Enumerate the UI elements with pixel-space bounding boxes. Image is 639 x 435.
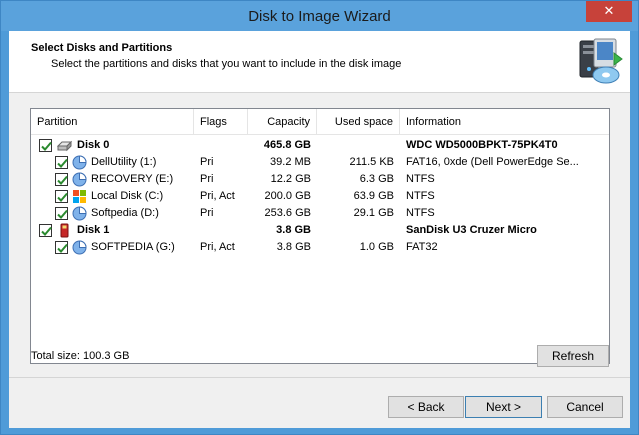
partition-name: DellUtility (1:) [91,156,157,168]
partition-icon [72,240,87,255]
wizard-window: Disk to Image Wizard ✕ Select Disks and … [0,0,639,435]
disk-flags [200,137,248,154]
computer-disk-icon [579,38,623,84]
column-partition[interactable]: Partition [31,109,194,135]
disk-checkbox[interactable] [39,139,52,152]
partition-list[interactable]: Partition Flags Capacity Used space Info… [30,108,610,364]
cancel-button[interactable]: Cancel [547,396,623,418]
partition-info: NTFS [406,173,435,185]
usb-disk-icon [60,223,69,238]
list-item[interactable]: DellUtility (1:) Pri 39.2 MB 211.5 KB FA… [31,154,609,171]
back-button[interactable]: < Back [388,396,464,418]
refresh-button[interactable]: Refresh [537,345,609,367]
list-item[interactable]: Disk 1 3.8 GB SanDisk U3 Cruzer Micro [31,222,609,239]
partition-used: 1.0 GB [359,241,394,253]
partition-checkbox[interactable] [55,156,68,169]
partition-name: SOFTPEDIA (G:) [91,241,175,253]
disk-info: SanDisk U3 Cruzer Micro [406,224,537,236]
disk-name: Disk 1 [77,224,110,236]
column-information[interactable]: Information [400,109,609,135]
partition-checkbox[interactable] [55,173,68,186]
partition-flags: Pri, Act [200,241,235,253]
column-header: Partition Flags Capacity Used space Info… [31,109,609,135]
title-bar[interactable]: Disk to Image Wizard ✕ [1,1,638,31]
partition-checkbox[interactable] [55,190,68,203]
partition-used: 29.1 GB [353,207,394,219]
partition-used: 211.5 KB [349,156,394,168]
partition-info: FAT32 [406,241,438,253]
partition-info: NTFS [406,190,435,202]
partition-flags: Pri [200,207,214,219]
column-flags[interactable]: Flags [194,109,248,135]
disk-checkbox[interactable] [39,224,52,237]
partition-flags: Pri [200,156,214,168]
page-subtitle: Select the partitions and disks that you… [51,58,402,70]
partition-capacity: 3.8 GB [276,241,311,253]
partition-info: NTFS [406,207,435,219]
next-button[interactable]: Next > [465,396,542,418]
disk-capacity: 3.8 GB [276,224,311,236]
windows-partition-icon [73,190,86,203]
window-title: Disk to Image Wizard [248,8,391,25]
partition-name: Local Disk (C:) [91,190,164,202]
disk-used [317,137,394,154]
partition-capacity: 253.6 GB [264,207,311,219]
partition-checkbox[interactable] [55,207,68,220]
disk-name: Disk 0 [77,139,110,151]
partition-checkbox[interactable] [55,241,68,254]
partition-capacity: 200.0 GB [264,190,311,202]
total-size: Total size: 100.3 GB [31,350,130,362]
hard-disk-icon [57,140,72,152]
partition-name: RECOVERY (E:) [91,173,174,185]
partition-icon [72,155,87,170]
partition-icon [72,172,87,187]
partition-capacity: 12.2 GB [270,173,311,185]
partition-flags: Pri, Act [200,190,235,202]
column-capacity[interactable]: Capacity [248,109,317,135]
partition-icon [72,206,87,221]
page-title: Select Disks and Partitions [31,42,173,54]
list-item[interactable]: RECOVERY (E:) Pri 12.2 GB 6.3 GB NTFS [31,171,609,188]
footer-divider [9,377,630,378]
wizard-header: Select Disks and Partitions Select the p… [9,31,630,93]
partition-capacity: 39.2 MB [270,156,311,168]
disk-used [317,222,394,239]
partition-flags: Pri [200,173,214,185]
list-item[interactable]: Disk 0 465.8 GB WDC WD5000BPKT-75PK4T0 [31,137,609,154]
list-item[interactable]: SOFTPEDIA (G:) Pri, Act 3.8 GB 1.0 GB FA… [31,239,609,256]
column-used-space[interactable]: Used space [317,109,400,135]
close-button[interactable]: ✕ [586,1,632,22]
partition-info: FAT16, 0xde (Dell PowerEdge Se... [406,156,579,168]
disk-flags [200,222,248,239]
wizard-client-area: Select Disks and Partitions Select the p… [9,31,630,428]
list-item[interactable]: Softpedia (D:) Pri 253.6 GB 29.1 GB NTFS [31,205,609,222]
partition-used: 63.9 GB [353,190,394,202]
partition-name: Softpedia (D:) [91,207,159,219]
partition-used: 6.3 GB [359,173,394,185]
disk-capacity: 465.8 GB [263,139,311,151]
list-item[interactable]: Local Disk (C:) Pri, Act 200.0 GB 63.9 G… [31,188,609,205]
disk-info: WDC WD5000BPKT-75PK4T0 [406,139,558,151]
